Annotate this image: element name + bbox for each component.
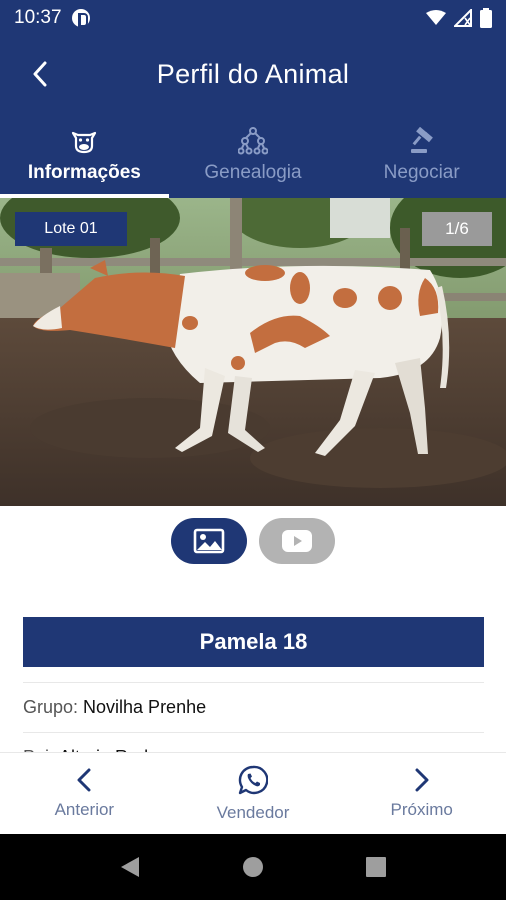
back-button[interactable] <box>0 36 80 112</box>
chevron-left-icon <box>77 768 91 791</box>
signal-icon <box>454 9 472 27</box>
photos-button[interactable] <box>171 518 247 564</box>
status-time: 10:37 <box>14 7 62 28</box>
media-toggle <box>0 518 506 564</box>
lote-badge: Lote 01 <box>15 212 127 246</box>
app-notification-icon <box>71 9 90 27</box>
nav-label: Próximo <box>390 799 453 819</box>
tab-negociar[interactable]: Negociar <box>337 112 506 198</box>
gavel-icon <box>408 126 436 156</box>
back-arrow-icon <box>33 61 47 87</box>
cow-face-icon <box>70 126 98 156</box>
family-tree-icon <box>238 126 268 156</box>
system-home-icon[interactable] <box>241 855 265 879</box>
nav-label: Anterior <box>54 799 115 819</box>
videos-button[interactable] <box>259 518 335 564</box>
wifi-icon <box>426 10 446 25</box>
youtube-icon <box>282 530 312 552</box>
tab-label: Genealogia <box>204 162 302 183</box>
previous-button[interactable]: Anterior <box>0 753 169 834</box>
animal-name: Pamela 18 <box>23 617 484 667</box>
next-button[interactable]: Próximo <box>337 753 506 834</box>
tab-genealogia[interactable]: Genealogia <box>169 112 338 198</box>
chevron-right-icon <box>415 768 429 791</box>
tab-informacoes[interactable]: Informações <box>0 112 169 198</box>
info-value: Novilha Prenhe <box>83 697 207 717</box>
tab-label: Informações <box>27 162 141 183</box>
status-icons <box>426 8 492 28</box>
tab-bar: Informações Genealogia Negociar <box>0 112 506 198</box>
info-label: Grupo: <box>23 697 79 717</box>
tab-label: Negociar <box>383 162 460 183</box>
nav-label: Vendedor <box>216 802 290 822</box>
seller-button[interactable]: Vendedor <box>169 753 338 834</box>
image-icon <box>193 528 225 554</box>
info-row-grupo: Grupo: Novilha Prenhe <box>23 682 484 732</box>
system-nav-bar <box>0 834 506 900</box>
photo-counter-badge: 1/6 <box>422 212 492 246</box>
system-recents-icon[interactable] <box>365 856 387 878</box>
status-bar: 10:37 <box>0 0 506 36</box>
whatsapp-icon <box>238 765 268 794</box>
app-bar: Perfil do Animal <box>0 36 506 112</box>
battery-icon <box>480 8 492 28</box>
bottom-nav: Anterior Vendedor Próximo <box>0 752 506 834</box>
system-back-icon[interactable] <box>119 855 141 879</box>
